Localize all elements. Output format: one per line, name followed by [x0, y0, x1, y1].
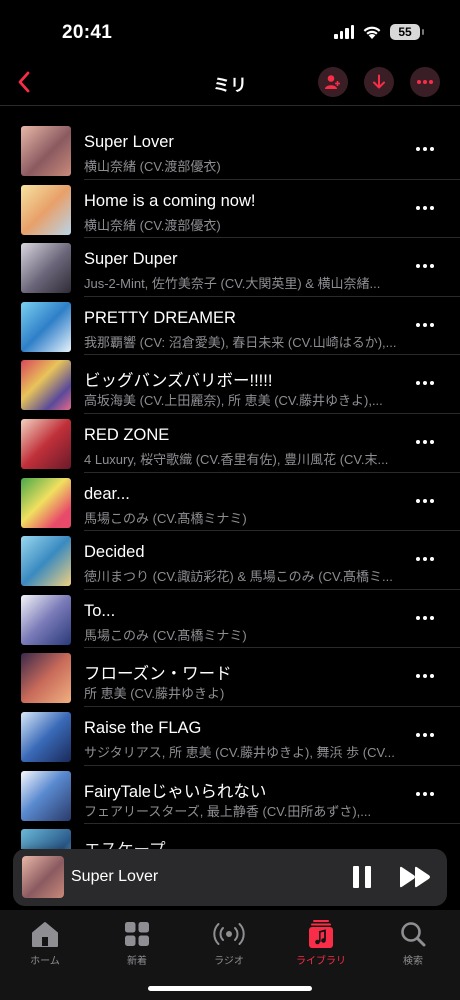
status-time: 20:41	[62, 22, 113, 43]
album-artwork	[21, 770, 71, 821]
song-row[interactable]: PRETTY DREAMER 我那覇響 (CV: 沼倉愛美), 春日未来 (CV…	[0, 297, 460, 356]
song-artist: Jus-2-Mint, 佐竹美奈子 (CV.大関英里) & 横山奈緒...	[84, 276, 381, 292]
song-title: Super Lover	[84, 133, 174, 151]
song-title: PRETTY DREAMER	[84, 308, 236, 327]
song-more-button[interactable]	[412, 315, 438, 335]
cellular-signal-icon	[334, 25, 354, 39]
song-more-button[interactable]	[412, 491, 438, 511]
album-artwork	[21, 301, 71, 352]
grid-icon	[125, 922, 149, 946]
song-title: Home is a coming now!	[84, 191, 256, 210]
song-row[interactable]: Super Lover 横山奈緒 (CV.渡部優衣)	[0, 121, 460, 180]
album-artwork	[21, 653, 71, 704]
now-playing-title: Super Lover	[71, 868, 159, 885]
song-artist: 馬場このみ (CV.髙橋ミナミ)	[84, 627, 247, 643]
song-title: Super Duper	[84, 250, 178, 269]
song-more-button[interactable]	[412, 784, 438, 804]
song-more-button[interactable]	[412, 139, 438, 159]
song-row[interactable]: Decided 徳川まつり (CV.諏訪彩花) & 馬場このみ (CV.髙橋ミ.…	[0, 531, 460, 590]
status-icons: 55	[334, 24, 424, 40]
next-track-button[interactable]	[398, 864, 434, 890]
tab-search[interactable]: 検索	[378, 918, 448, 967]
mini-player[interactable]: Super Lover	[13, 849, 447, 906]
pause-button[interactable]	[348, 863, 376, 891]
song-row[interactable]: ビッグバンズバリボー!!!!! 高坂海美 (CV.上田麗奈), 所 恵美 (CV…	[0, 355, 460, 414]
song-artist: 横山奈緒 (CV.渡部優衣)	[84, 217, 221, 233]
album-artwork	[21, 594, 71, 645]
song-row[interactable]: To... 馬場このみ (CV.髙橋ミナミ)	[0, 590, 460, 649]
song-row[interactable]: dear... 馬場このみ (CV.髙橋ミナミ)	[0, 473, 460, 532]
song-artist: 我那覇響 (CV: 沼倉愛美), 春日未来 (CV.山崎はるか),...	[84, 334, 397, 350]
song-row[interactable]: Super Duper Jus-2-Mint, 佐竹美奈子 (CV.大関英里) …	[0, 238, 460, 297]
tab-label: 新着	[127, 956, 147, 967]
album-artwork	[21, 184, 71, 235]
song-more-button[interactable]	[412, 666, 438, 686]
song-title: Decided	[84, 543, 145, 562]
song-title: フローズン・ワード	[84, 665, 232, 684]
tab-radio[interactable]: ラジオ	[194, 918, 264, 967]
nav-bar: ミリ	[0, 60, 460, 106]
song-list: Super Lover 横山奈緒 (CV.渡部優衣) Home is a com…	[0, 121, 460, 849]
song-title: Raise the FLAG	[84, 718, 202, 737]
album-artwork	[21, 536, 71, 587]
song-row[interactable]: フローズン・ワード 所 恵美 (CV.藤井ゆきよ)	[0, 648, 460, 707]
song-artist: 横山奈緒 (CV.渡部優衣)	[84, 159, 221, 174]
song-row[interactable]: Home is a coming now! 横山奈緒 (CV.渡部優衣)	[0, 180, 460, 239]
add-collaborator-button[interactable]	[318, 67, 348, 97]
album-artwork	[21, 829, 71, 849]
ellipsis-icon	[417, 80, 433, 84]
song-artist: 所 恵美 (CV.藤井ゆきよ)	[84, 686, 225, 702]
tab-library[interactable]: ライブラリ	[286, 918, 356, 967]
album-artwork	[21, 126, 71, 176]
tab-home[interactable]: ホーム	[10, 918, 80, 967]
more-options-button[interactable]	[410, 67, 440, 97]
song-artist: 4 Luxury, 桜守歌織 (CV.香里有佐), 豊川風花 (CV.末...	[84, 451, 389, 467]
status-bar: 20:41 55	[0, 0, 460, 60]
song-title: エスケープ	[84, 836, 404, 849]
album-artwork	[21, 477, 71, 528]
download-button[interactable]	[364, 67, 394, 97]
album-artwork	[21, 418, 71, 469]
battery-icon: 55	[390, 24, 424, 40]
search-icon	[401, 922, 426, 947]
library-icon	[309, 920, 333, 948]
album-artwork	[21, 711, 71, 762]
song-artist: 高坂海美 (CV.上田麗奈), 所 恵美 (CV.藤井ゆきよ),...	[84, 393, 383, 409]
tab-label: ホーム	[30, 956, 60, 967]
song-title: ビッグバンズバリボー!!!!!	[84, 372, 273, 391]
song-more-button[interactable]	[412, 373, 438, 393]
song-row[interactable]: Raise the FLAG サジタリアス, 所 恵美 (CV.藤井ゆきよ), …	[0, 707, 460, 766]
song-more-button[interactable]	[412, 608, 438, 628]
song-artist: 馬場このみ (CV.髙橋ミナミ)	[84, 510, 247, 526]
home-indicator	[148, 986, 312, 991]
song-row[interactable]: RED ZONE 4 Luxury, 桜守歌織 (CV.香里有佐), 豊川風花 …	[0, 414, 460, 473]
tab-label: ラジオ	[214, 956, 244, 967]
song-artist: フェアリースターズ, 最上静香 (CV.田所あずさ),...	[84, 803, 372, 819]
song-row[interactable]: FairyTaleじゃいられない フェアリースターズ, 最上静香 (CV.田所あ…	[0, 766, 460, 825]
forward-icon	[400, 866, 430, 888]
song-more-button[interactable]	[412, 549, 438, 569]
tab-new[interactable]: 新着	[102, 918, 172, 967]
song-more-button[interactable]	[412, 198, 438, 218]
song-artist: サジタリアス, 所 恵美 (CV.藤井ゆきよ), 舞浜 歩 (CV...	[84, 744, 395, 760]
tab-label: ライブラリ	[296, 956, 346, 967]
song-title: RED ZONE	[84, 425, 170, 444]
now-playing-artwork	[22, 856, 64, 898]
wifi-icon	[363, 26, 381, 39]
song-title: To...	[84, 601, 116, 620]
album-artwork	[21, 360, 71, 411]
song-more-button[interactable]	[412, 256, 438, 276]
song-more-button[interactable]	[412, 725, 438, 745]
album-artwork	[21, 243, 71, 294]
home-icon	[32, 922, 58, 947]
song-artist: 徳川まつり (CV.諏訪彩花) & 馬場このみ (CV.髙橋ミ...	[84, 569, 393, 585]
download-arrow-icon	[373, 74, 385, 89]
tab-label: 検索	[403, 956, 423, 967]
radio-icon	[213, 923, 245, 945]
song-title: dear...	[84, 484, 130, 503]
song-row[interactable]: エスケープ	[0, 824, 460, 849]
song-more-button[interactable]	[412, 432, 438, 452]
person-add-icon	[325, 75, 340, 89]
song-title: FairyTaleじゃいられない	[84, 782, 267, 801]
